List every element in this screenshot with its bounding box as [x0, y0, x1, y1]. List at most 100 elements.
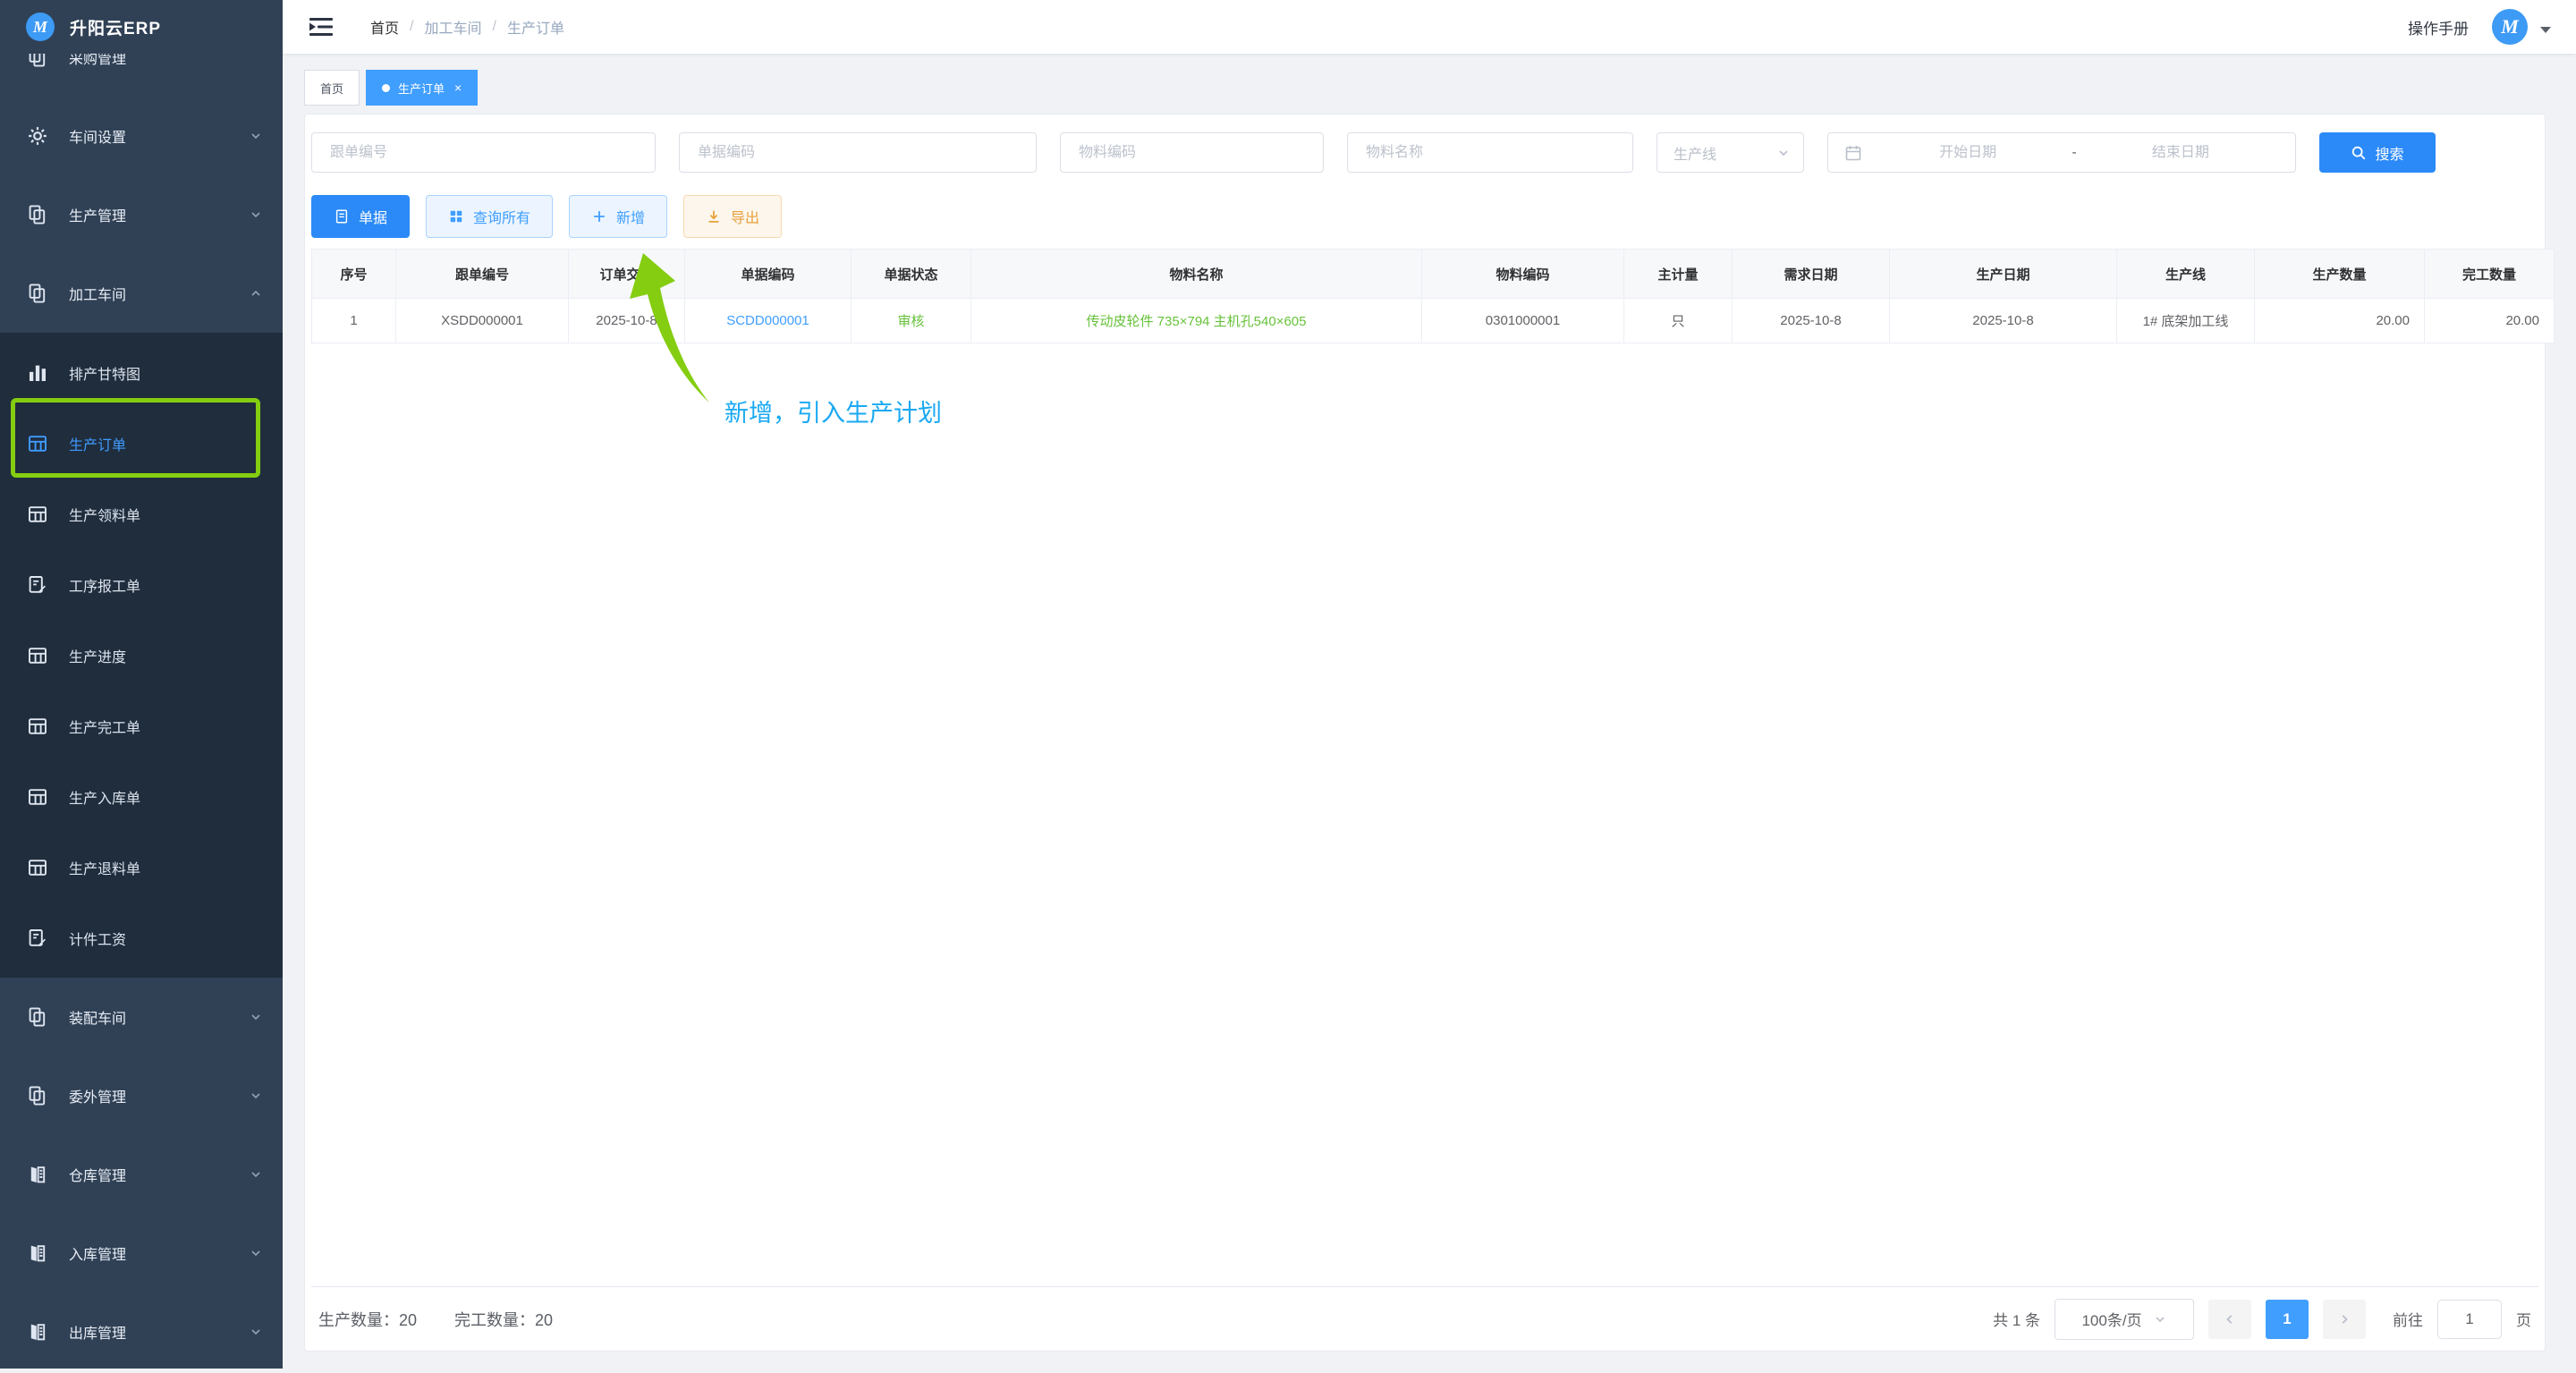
col-follow-order-no: 跟单编号 [396, 250, 569, 299]
sidebar-item-production-progress[interactable]: 生产进度 [0, 620, 283, 691]
doc-code-link[interactable]: SCDD000001 [726, 313, 809, 328]
active-dot [382, 84, 390, 92]
tab-home[interactable]: 首页 [304, 70, 360, 106]
export-button[interactable]: 导出 [683, 195, 782, 238]
table-icon [27, 433, 48, 454]
breadcrumb-current: 生产订单 [507, 16, 564, 38]
tab-production-order[interactable]: 生产订单 × [366, 70, 478, 106]
chevron-down-icon [249, 208, 263, 222]
sidebar-item-label: 装配车间 [69, 1006, 126, 1028]
sidebar-item-piecework-wage[interactable]: 计件工资 [0, 903, 283, 973]
sidebar-item-label: 采购管理 [69, 54, 126, 68]
gear-icon [27, 125, 48, 147]
table-icon [27, 786, 48, 808]
chevron-down-icon [249, 1325, 263, 1339]
prev-page-button[interactable] [2208, 1300, 2251, 1339]
sidebar-item-outsourcing-management[interactable]: 委外管理 [0, 1056, 283, 1135]
production-line-select[interactable]: 生产线 [1657, 132, 1804, 173]
table-empty-area [311, 343, 2538, 1286]
search-button[interactable]: 搜索 [2319, 132, 2436, 173]
breadcrumb-home[interactable]: 首页 [370, 16, 399, 38]
page-unit-label: 页 [2516, 1308, 2531, 1330]
summary: 生产数量：20 完工数量：20 [318, 1308, 553, 1331]
goto-page-input[interactable] [2437, 1300, 2502, 1339]
sidebar-item-process-report[interactable]: 工序报工单 [0, 549, 283, 620]
caret-down-icon[interactable] [2540, 27, 2551, 33]
sidebar-item-label: 委外管理 [69, 1085, 126, 1106]
sidebar-item-gantt-chart[interactable]: 排产甘特图 [0, 337, 283, 408]
sidebar-item-label: 车间设置 [69, 125, 126, 147]
sidebar-item-production-inbound[interactable]: 生产入库单 [0, 761, 283, 832]
add-button[interactable]: 新增 [569, 195, 667, 238]
chevron-down-icon [249, 1089, 263, 1103]
table-icon [27, 716, 48, 737]
col-doc-status: 单据状态 [852, 250, 971, 299]
sidebar-item-label: 生产退料单 [69, 857, 140, 878]
sidebar-item-production-order[interactable]: 生产订单 [0, 408, 283, 479]
date-range-picker[interactable]: - [1827, 132, 2296, 173]
sidebar-item-outbound-management[interactable]: 出库管理 [0, 1292, 283, 1369]
sidebar-item-label: 生产订单 [69, 433, 126, 454]
sidebar-menu: 采购管理 车间设置 生产管理 加工车间 [0, 54, 283, 1369]
goto-label: 前往 [2393, 1308, 2423, 1330]
sidebar-item-label: 排产甘特图 [69, 362, 140, 384]
end-date-input[interactable] [2082, 145, 2279, 161]
sidebar-item-material-requisition[interactable]: 生产领料单 [0, 479, 283, 549]
pages-icon [27, 283, 48, 304]
document-edit-icon [27, 928, 48, 949]
select-placeholder: 生产线 [1674, 142, 1716, 164]
sidebar-item-label: 入库管理 [69, 1242, 126, 1264]
manual-link[interactable]: 操作手册 [2408, 16, 2469, 38]
page-size-select[interactable]: 100条/页 [2055, 1299, 2194, 1340]
cell-order-delivery-date: 2025-10-8 [569, 299, 685, 343]
page-1-button[interactable]: 1 [2266, 1300, 2309, 1339]
plus-icon [591, 208, 607, 225]
sidebar-collapse-icon[interactable] [309, 17, 333, 37]
chevron-down-icon [249, 1010, 263, 1024]
cell-demand-date: 2025-10-8 [1733, 299, 1890, 343]
cell-production-date: 2025-10-8 [1890, 299, 2117, 343]
sidebar-item-workshop-settings[interactable]: 车间设置 [0, 97, 283, 175]
ledger-icon [27, 1321, 48, 1343]
sidebar-item-production-completion[interactable]: 生产完工单 [0, 691, 283, 761]
calendar-icon [1844, 144, 1862, 162]
total-count: 共 1 条 [1993, 1308, 2040, 1330]
sidebar-item-production-management[interactable]: 生产管理 [0, 175, 283, 254]
ledger-icon [27, 1164, 48, 1185]
cell-material-code: 0301000001 [1422, 299, 1624, 343]
sidebar-item-production-return[interactable]: 生产退料单 [0, 832, 283, 903]
col-unit: 主计量 [1624, 250, 1733, 299]
start-date-input[interactable] [1869, 145, 2066, 161]
cell-production-line: 1# 底架加工线 [2117, 299, 2255, 343]
document-icon [334, 208, 350, 225]
range-separator: - [2066, 145, 2081, 161]
chevron-up-icon [249, 286, 263, 301]
bar-chart-icon [27, 362, 48, 384]
sidebar-item-procurement-management[interactable]: 采购管理 [0, 54, 283, 97]
sidebar-item-label: 生产管理 [69, 204, 126, 225]
doc-code-input[interactable] [679, 132, 1037, 173]
sidebar-item-assembly-workshop[interactable]: 装配车间 [0, 978, 283, 1056]
query-all-button[interactable]: 查询所有 [426, 195, 553, 238]
tab-label: 首页 [320, 80, 343, 97]
ledger-icon [27, 1242, 48, 1264]
sidebar-item-processing-workshop[interactable]: 加工车间 [0, 254, 283, 333]
document-edit-icon [27, 574, 48, 596]
avatar[interactable]: M [2492, 9, 2528, 45]
app-logo: M 升阳云ERP [0, 0, 283, 54]
material-name-input[interactable] [1347, 132, 1633, 173]
document-button[interactable]: 单据 [311, 195, 410, 238]
status-bar: 生产数量：20 完工数量：20 共 1 条 100条/页 1 前往 页 [311, 1286, 2538, 1351]
sidebar-item-label: 生产完工单 [69, 716, 140, 737]
table-icon [27, 857, 48, 878]
close-icon[interactable]: × [454, 81, 462, 94]
breadcrumb-section[interactable]: 加工车间 [424, 16, 481, 38]
download-icon [706, 208, 722, 225]
toolbar: 单据 查询所有 新增 导出 [311, 195, 2538, 238]
sidebar-item-warehouse-management[interactable]: 仓库管理 [0, 1135, 283, 1214]
sidebar-item-inbound-management[interactable]: 入库管理 [0, 1214, 283, 1292]
material-code-input[interactable] [1060, 132, 1324, 173]
next-page-button[interactable] [2323, 1300, 2366, 1339]
follow-order-no-input[interactable] [311, 132, 656, 173]
search-icon [2351, 145, 2367, 161]
